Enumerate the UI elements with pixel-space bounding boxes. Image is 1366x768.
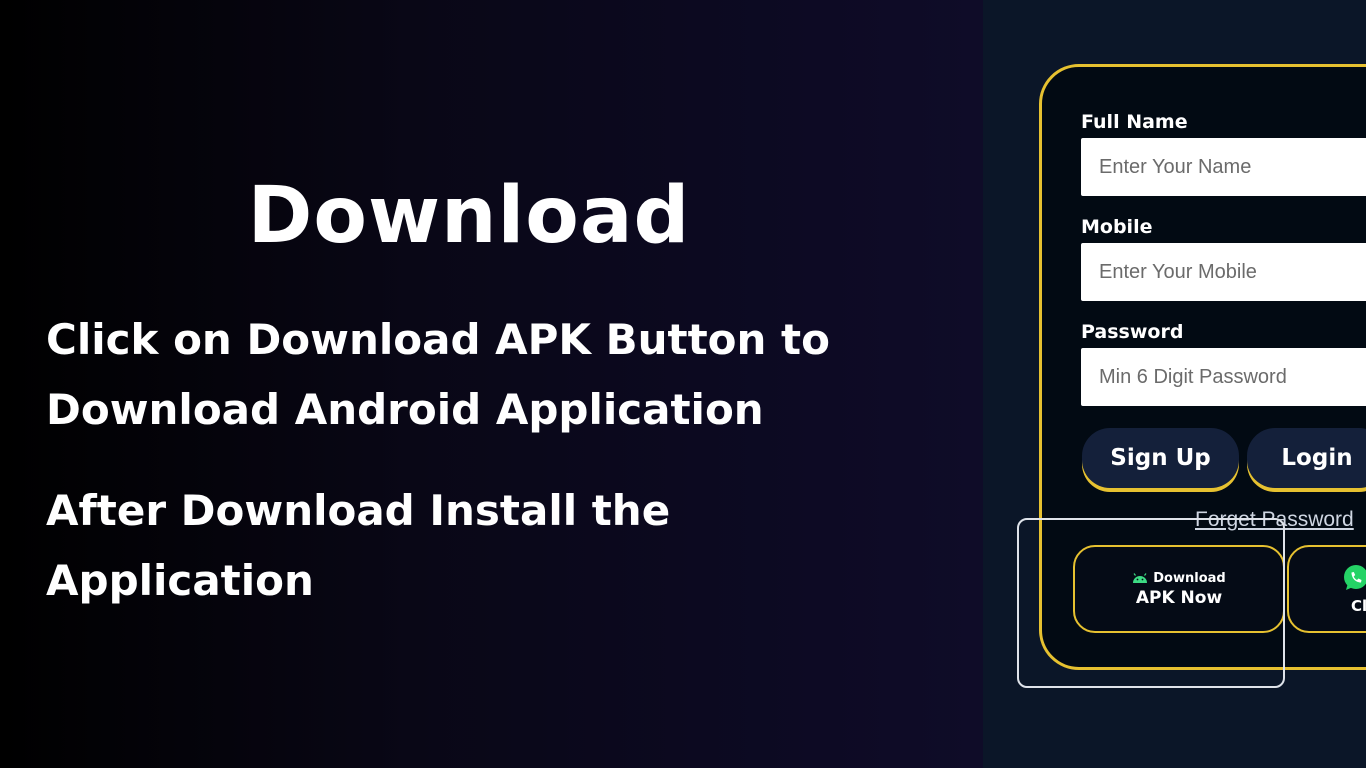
sign-up-button[interactable]: Sign Up [1082, 428, 1239, 488]
install-instruction: After Download Install the Application [46, 486, 671, 605]
full-name-label: Full Name [1081, 111, 1188, 133]
page-title: Download [247, 171, 691, 261]
whatsapp-icon [1344, 565, 1366, 590]
chat-button-label: Cl [1351, 597, 1366, 615]
download-highlight-box [1017, 518, 1285, 688]
mobile-input[interactable] [1081, 243, 1366, 301]
full-name-input[interactable] [1081, 138, 1366, 196]
login-button[interactable]: Login [1247, 428, 1366, 488]
download-instruction: Click on Download APK Button to Download… [46, 315, 830, 434]
password-input[interactable] [1081, 348, 1366, 406]
whatsapp-chat-button[interactable]: Cl [1287, 545, 1366, 633]
mobile-label: Mobile [1081, 216, 1153, 238]
password-label: Password [1081, 321, 1184, 343]
